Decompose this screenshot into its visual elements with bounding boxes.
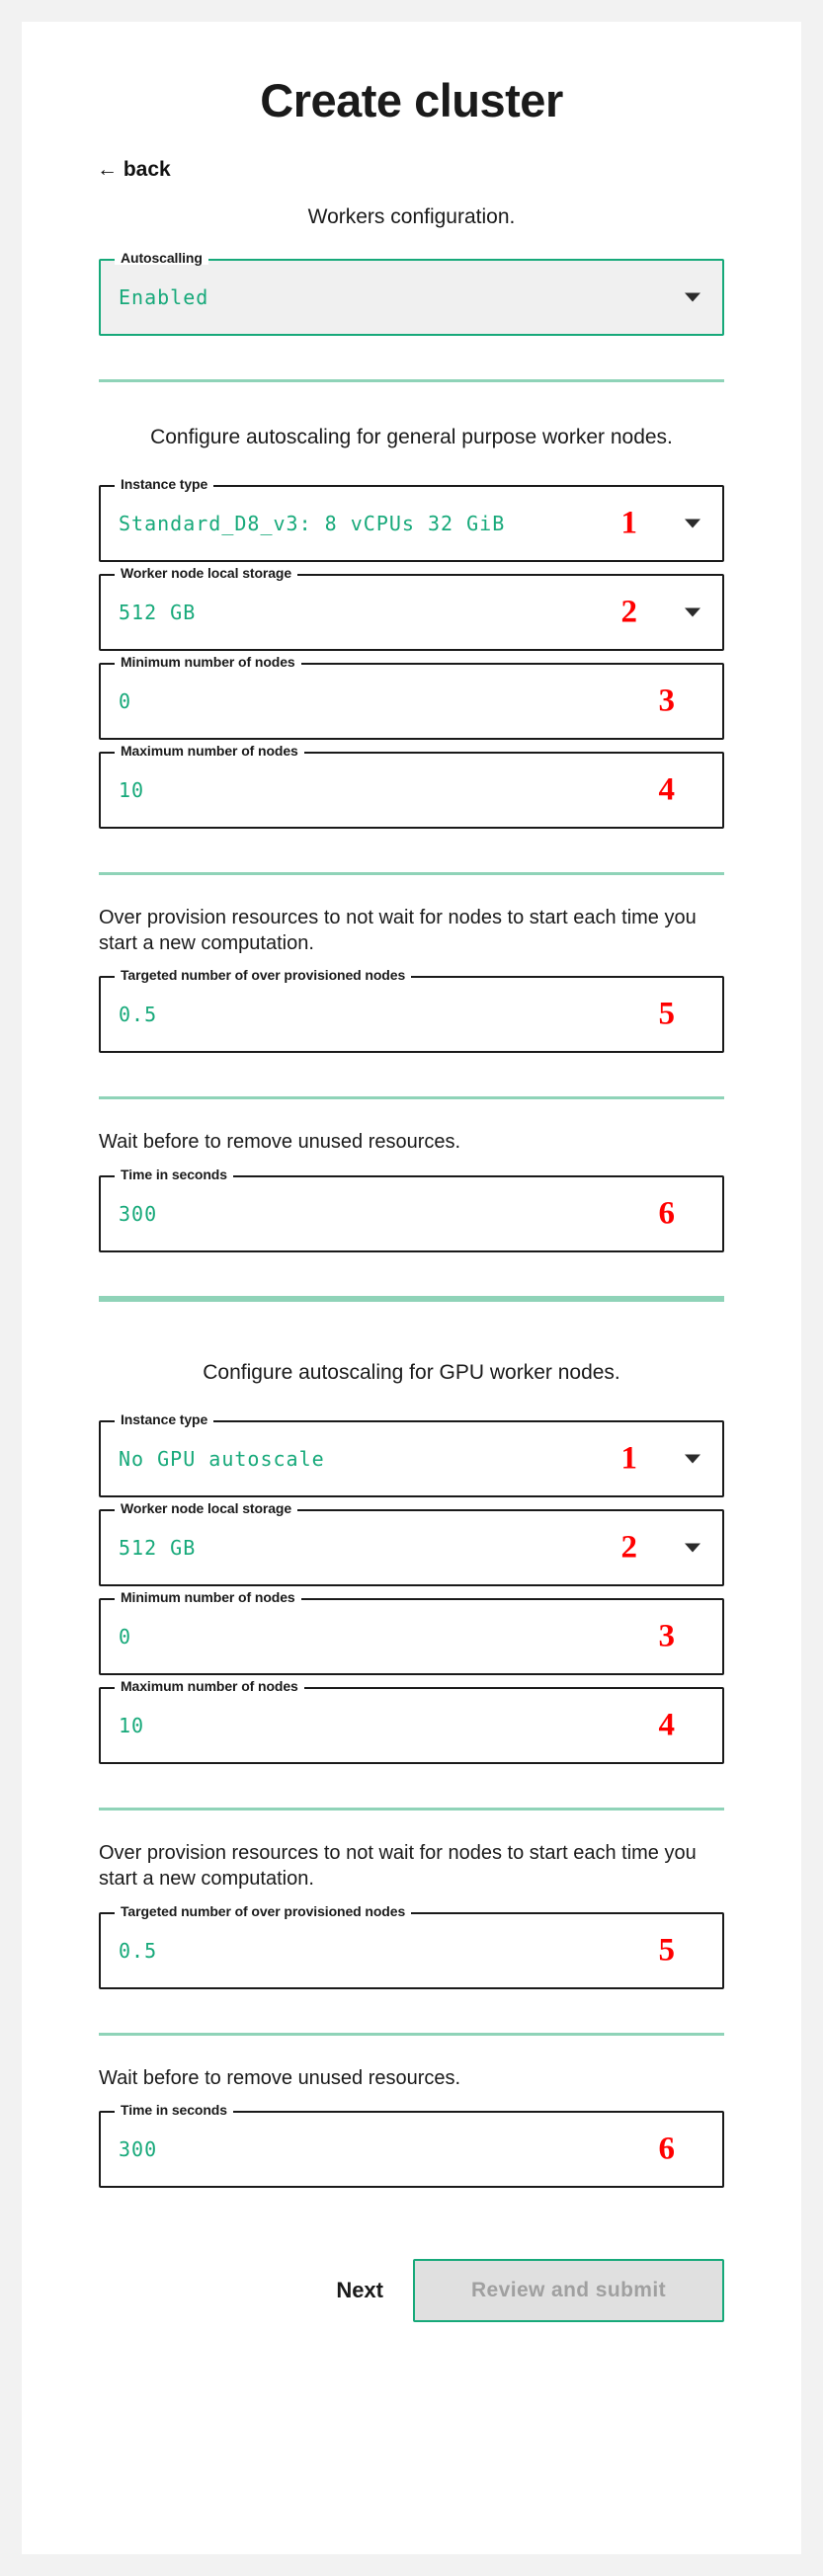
field-legend: Targeted number of over provisioned node… [115,1903,412,1918]
field-value: 0.5 [119,1003,158,1027]
step-marker-5: 5 [658,996,676,1032]
step-marker-2: 2 [620,1529,638,1566]
field-value: No GPU autoscale [119,1446,325,1471]
gpu-min-nodes-input[interactable]: Minimum number of nodes 0 3 [99,1589,724,1675]
step-marker-6: 6 [658,2131,676,2167]
field-value: 512 GB [119,600,197,624]
field-legend: Worker node local storage [115,565,298,580]
field-legend: Minimum number of nodes [115,654,301,669]
field-legend: Targeted number of over provisioned node… [115,968,412,983]
field-value: 0.5 [119,1938,158,1963]
field-legend: Time in seconds [115,2103,233,2118]
step-marker-1: 1 [620,505,638,541]
page-title: Create cluster [260,74,563,126]
chevron-down-icon[interactable] [685,292,700,302]
review-and-submit-button[interactable]: Review and submit [413,2259,724,2323]
chevron-down-icon[interactable] [685,1543,700,1553]
autoscaling-value: Enabled [119,284,209,309]
step-marker-3: 3 [658,1618,676,1654]
field-legend: Minimum number of nodes [115,1589,301,1604]
autoscaling-select[interactable]: Autoscalling Enabled [99,250,724,336]
next-label[interactable]: Next [336,2278,383,2303]
general-section-caption: Configure autoscaling for general purpos… [150,425,673,448]
general-wait-text: Wait before to remove unused resources. [99,1131,461,1154]
general-overprovision-input[interactable]: Targeted number of over provisioned node… [99,968,724,1054]
step-marker-6: 6 [658,1195,676,1232]
gpu-wait-seconds-input[interactable]: Time in seconds 300 6 [99,2103,724,2189]
gpu-instance-type-select[interactable]: Instance type No GPU autoscale 1 [99,1411,724,1497]
step-marker-3: 3 [658,683,676,719]
footer-actions: Next Review and submit [99,2259,724,2323]
field-value: 300 [119,1201,158,1226]
general-instance-type-select[interactable]: Instance type Standard_D8_v3: 8 vCPUs 32… [99,476,724,562]
step-marker-5: 5 [658,1932,676,1969]
field-legend: Instance type [115,1411,214,1426]
gpu-section-caption: Configure autoscaling for GPU worker nod… [203,1360,620,1384]
field-value: 512 GB [119,1535,197,1560]
field-value: 300 [119,2137,158,2162]
chevron-down-icon[interactable] [685,519,700,528]
field-legend: Instance type [115,476,214,491]
field-legend: Worker node local storage [115,1500,298,1515]
step-marker-4: 4 [658,1707,676,1743]
step-marker-1: 1 [620,1440,638,1477]
field-value: Standard_D8_v3: 8 vCPUs 32 GiB [119,511,506,535]
field-value: 0 [119,1624,132,1649]
field-value: 0 [119,688,132,713]
autoscaling-legend: Autoscalling [115,250,208,265]
step-marker-4: 4 [658,771,676,808]
gpu-overprovision-input[interactable]: Targeted number of over provisioned node… [99,1903,724,1989]
field-legend: Maximum number of nodes [115,743,304,758]
field-legend: Maximum number of nodes [115,1678,304,1693]
gpu-max-nodes-input[interactable]: Maximum number of nodes 10 4 [99,1678,724,1764]
general-local-storage-select[interactable]: Worker node local storage 512 GB 2 [99,565,724,651]
page-subtitle: Workers configuration. [307,204,516,228]
field-legend: Time in seconds [115,1167,233,1181]
general-min-nodes-input[interactable]: Minimum number of nodes 0 3 [99,654,724,740]
create-cluster-card: Create cluster ← back Workers configurat… [22,22,801,2554]
step-marker-2: 2 [620,594,638,630]
gpu-wait-text: Wait before to remove unused resources. [99,2066,461,2089]
field-value: 10 [119,1713,145,1737]
chevron-down-icon[interactable] [685,607,700,617]
general-max-nodes-input[interactable]: Maximum number of nodes 10 4 [99,743,724,829]
field-value: 10 [119,777,145,802]
chevron-down-icon[interactable] [685,1454,700,1464]
back-link[interactable]: ← back [97,158,171,182]
gpu-local-storage-select[interactable]: Worker node local storage 512 GB 2 [99,1500,724,1586]
general-overprovision-text: Over provision resources to not wait for… [99,906,697,955]
gpu-overprovision-text: Over provision resources to not wait for… [99,1841,697,1891]
general-wait-seconds-input[interactable]: Time in seconds 300 6 [99,1167,724,1252]
